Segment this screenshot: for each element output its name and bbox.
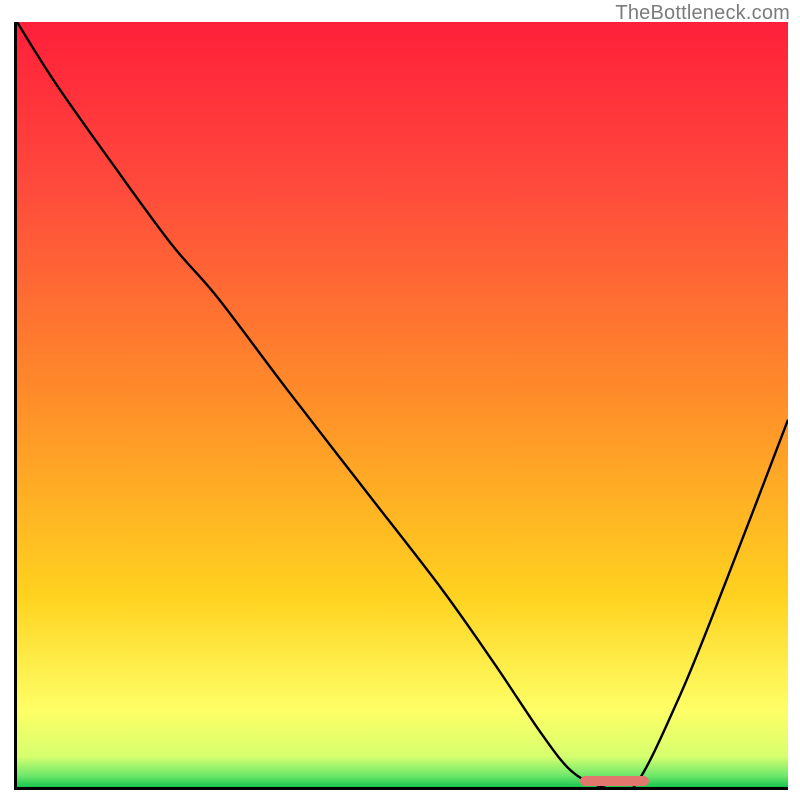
chart-frame: TheBottleneck.com: [0, 0, 800, 800]
optimum-marker: [580, 776, 649, 786]
bottleneck-curve: [17, 22, 788, 787]
plot-area: [14, 22, 788, 790]
